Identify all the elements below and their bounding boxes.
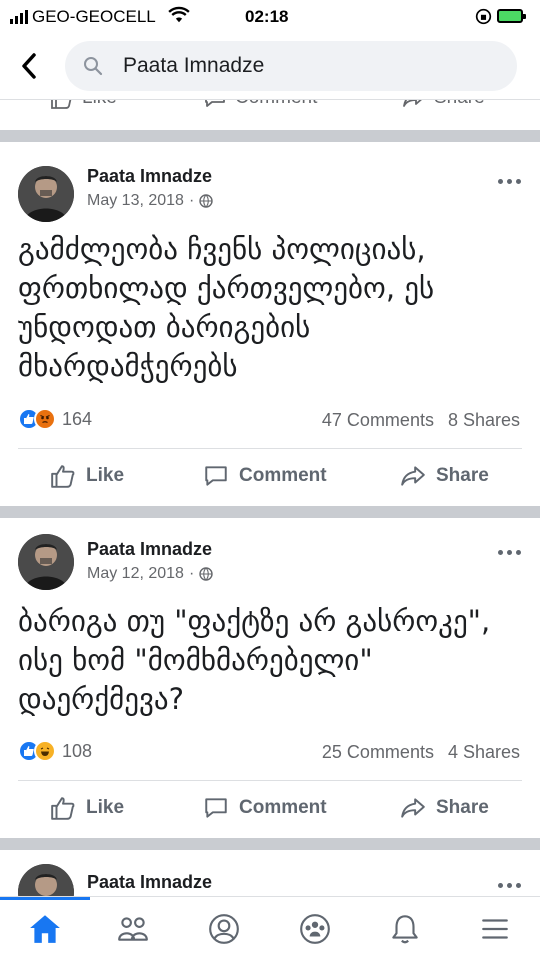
more-options-button[interactable] xyxy=(498,547,524,557)
search-header: Paata Imnadze xyxy=(0,34,540,100)
notifications-icon xyxy=(392,915,418,944)
share-button[interactable]: Share xyxy=(400,463,489,489)
post-divider xyxy=(0,506,540,518)
avatar[interactable] xyxy=(18,166,74,222)
carrier-name: GEO-GEOCELL xyxy=(32,7,156,26)
tab-home[interactable] xyxy=(0,897,90,960)
battery-icon xyxy=(497,9,526,23)
tab-friends[interactable] xyxy=(88,897,178,960)
comment-icon xyxy=(205,100,225,107)
reaction-count: 164 xyxy=(62,408,93,429)
more-options-button[interactable] xyxy=(498,880,524,890)
comment-icon xyxy=(205,798,227,818)
comment-label: Comment xyxy=(239,797,327,818)
post-date[interactable]: May 12, 2018 xyxy=(87,565,184,583)
post-text: ბარიგა თუ "ფაქტზე არ გასროკე", ისე ხომ "… xyxy=(18,604,491,716)
globe-icon xyxy=(199,567,213,581)
reactions-summary[interactable]: 164 xyxy=(18,408,92,430)
comment-icon xyxy=(205,466,227,486)
like-label: Like xyxy=(86,465,125,486)
post-author[interactable]: Paata Imnadze xyxy=(87,166,212,187)
profile-photo-icon xyxy=(18,864,74,896)
tab-profile[interactable] xyxy=(179,897,269,960)
globe-icon xyxy=(199,194,213,208)
profile-icon xyxy=(209,914,239,944)
tab-groups[interactable] xyxy=(270,897,360,960)
post-author[interactable]: Paata Imnadze xyxy=(87,539,212,560)
avatar[interactable] xyxy=(18,864,74,896)
clock: 02:18 xyxy=(245,7,289,26)
like-label: Like xyxy=(82,100,117,109)
reactions-summary[interactable]: 108 xyxy=(18,740,92,762)
post: Paata Imnadze May 12, 2018 · ბარიგა თუ "… xyxy=(0,518,540,838)
avatar[interactable] xyxy=(18,534,74,590)
comment-label: Comment xyxy=(239,465,327,486)
post-date[interactable]: May 13, 2018 xyxy=(87,192,184,210)
post-divider xyxy=(0,838,540,850)
tab-menu[interactable] xyxy=(450,897,540,960)
share-icon xyxy=(401,466,425,486)
magnifier-icon xyxy=(84,57,103,76)
post: Paata Imnadze May 13, 2018 · გამძლეობა ჩ… xyxy=(0,142,540,506)
back-button[interactable] xyxy=(14,49,44,83)
orientation-lock-icon xyxy=(475,8,492,25)
share-button[interactable]: Share xyxy=(402,100,485,110)
like-button[interactable]: Like xyxy=(50,795,124,821)
post-meta: May 12, 2018 · xyxy=(87,565,213,583)
post-actions: Like Comment Share xyxy=(0,781,540,837)
profile-photo-icon xyxy=(18,166,74,222)
post-actions: Like Comment Share xyxy=(0,449,540,505)
share-button[interactable]: Share xyxy=(400,795,489,821)
share-label: Share xyxy=(436,465,489,486)
share-icon xyxy=(403,100,422,107)
share-icon xyxy=(401,798,425,818)
tab-notifications[interactable] xyxy=(360,897,450,960)
search-input[interactable]: Paata Imnadze xyxy=(65,41,517,91)
comments-count[interactable]: 47 Comments xyxy=(322,410,434,431)
search-query: Paata Imnadze xyxy=(123,54,265,77)
post: Paata Imnadze xyxy=(0,850,540,896)
reaction-count: 108 xyxy=(62,740,93,761)
comment-button[interactable]: Comment xyxy=(203,795,327,821)
share-label: Share xyxy=(434,100,485,109)
like-button[interactable]: Like xyxy=(50,100,117,110)
post-divider xyxy=(0,130,540,142)
meta-dot: · xyxy=(188,565,195,582)
like-button[interactable]: Like xyxy=(50,463,124,489)
shares-count[interactable]: 4 Shares xyxy=(448,742,520,763)
profile-photo-icon xyxy=(18,534,74,590)
comment-button[interactable]: Comment xyxy=(203,100,317,110)
like-label: Like xyxy=(86,797,125,818)
engagement-counts: 25 Comments 4 Shares xyxy=(322,742,520,763)
bottom-navigation xyxy=(0,896,540,960)
menu-icon xyxy=(482,919,508,939)
signal-icon xyxy=(10,10,28,24)
shares-count[interactable]: 8 Shares xyxy=(448,410,520,431)
post-author[interactable]: Paata Imnadze xyxy=(87,872,212,893)
angry-reaction-icon xyxy=(34,408,56,430)
comment-button[interactable]: Comment xyxy=(203,463,327,489)
thumbs-up-icon xyxy=(51,465,75,488)
chevron-left-icon xyxy=(22,53,36,79)
status-bar: GEO-GEOCELL 02:18 xyxy=(0,0,540,34)
comment-label: Comment xyxy=(235,100,317,109)
haha-reaction-icon xyxy=(34,740,56,762)
share-label: Share xyxy=(436,797,489,818)
thumbs-up-icon xyxy=(51,797,75,820)
groups-icon xyxy=(300,914,330,944)
post-meta: May 13, 2018 · xyxy=(87,192,213,210)
more-options-button[interactable] xyxy=(498,176,524,186)
comments-count[interactable]: 25 Comments xyxy=(322,742,434,763)
previous-post-actions: Like Comment Share xyxy=(0,100,540,130)
thumbs-up-icon xyxy=(51,100,72,109)
friends-icon xyxy=(118,917,148,941)
meta-dot: · xyxy=(188,192,195,209)
post-text: გამძლეობა ჩვენს პოლიციას, ფრთხილად ქართვ… xyxy=(18,232,435,383)
home-icon xyxy=(30,915,60,943)
engagement-counts: 47 Comments 8 Shares xyxy=(322,410,520,431)
wifi-icon xyxy=(168,6,190,23)
